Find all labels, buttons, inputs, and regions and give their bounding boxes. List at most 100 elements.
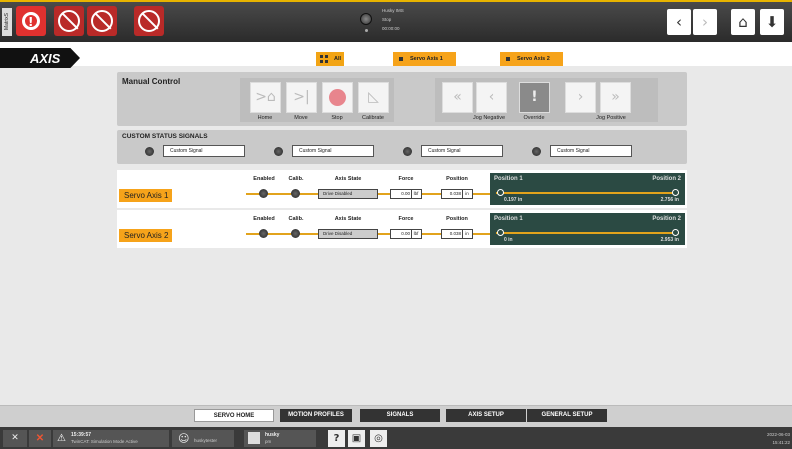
grid-icon (320, 55, 328, 63)
position-1-marker[interactable] (497, 229, 504, 236)
status-time: 15:41:22 (772, 440, 790, 445)
filter-all-label: All (334, 56, 342, 62)
tab-axis-setup[interactable]: AXIS SETUP (446, 409, 526, 422)
position-1-label: Position 1 (494, 176, 523, 182)
page-title: AXIS (30, 51, 61, 66)
signal-field[interactable]: Custom Signal (292, 145, 374, 157)
position-range-panel: Position 1 Position 2 0.197 in 2.756 in (490, 173, 685, 205)
status-line-1: Husky IMS (382, 8, 404, 13)
tab-motion-profiles[interactable]: MOTION PROFILES (280, 409, 352, 422)
calib-indicator (291, 189, 300, 198)
machine-button[interactable]: husky pm (244, 430, 316, 447)
axis-state-header: Axis State (334, 216, 362, 222)
force-field: 0.00 lbf (390, 189, 422, 199)
filter-axis2-label: Servo Axis 2 (517, 56, 550, 62)
machine-status: Husky IMS Stop 00:00:00 (356, 6, 428, 36)
override-button[interactable]: ! (519, 82, 550, 113)
home-move-button[interactable]: >⌂ (250, 82, 281, 113)
user-button[interactable]: ☺ huskytester (172, 430, 234, 447)
position-track (496, 232, 679, 234)
force-header: Force (398, 176, 414, 182)
side-label: MatrixS (2, 8, 12, 36)
stop-button[interactable] (322, 82, 353, 113)
tab-signals[interactable]: SIGNALS (360, 409, 440, 422)
warning-message[interactable]: ⚠ 15:39:57 TwinCAT: Simulation Mode Acti… (53, 430, 169, 447)
jog-positive-button[interactable]: › (565, 82, 596, 113)
status-line-2: Stop (382, 17, 392, 22)
signal-field[interactable]: Custom Signal (421, 145, 503, 157)
tab-servo-home[interactable]: SERVO HOME (194, 409, 274, 422)
warning-text: TwinCAT: Simulation Mode Active (71, 439, 138, 444)
robot-disabled-icon[interactable] (87, 6, 117, 36)
position-1-marker[interactable] (497, 189, 504, 196)
enabled-header: Enabled (253, 216, 275, 222)
signal-led (403, 147, 412, 156)
jog-negative-fast-button[interactable]: « (442, 82, 473, 113)
position-range-panel: Position 1 Position 2 0 in 2.953 in (490, 213, 685, 245)
alarm-icon[interactable]: ! (16, 6, 46, 36)
forward-button[interactable]: › (693, 9, 717, 35)
signal-field[interactable]: Custom Signal (550, 145, 632, 157)
warning-icon: ⚠ (57, 433, 66, 444)
jog-positive-label: Jog Positive (596, 115, 626, 121)
warning-time: 15:39:57 (71, 432, 92, 438)
force-value: 0.00 (401, 191, 410, 196)
jog-negative-button[interactable]: ‹ (476, 82, 507, 113)
stop-icon (329, 89, 346, 106)
filter-all-button[interactable]: All (316, 52, 344, 66)
enabled-indicator (259, 189, 268, 198)
user-name: huskytester (194, 438, 218, 443)
position-2-marker[interactable] (672, 229, 679, 236)
tab-general-setup[interactable]: GENERAL SETUP (527, 409, 607, 422)
signal-field[interactable]: Custom Signal (163, 145, 245, 157)
force-field: 0.00 lbf (390, 229, 422, 239)
calibrate-label: Calibrate (361, 115, 384, 121)
position-2-value: 2.953 in (660, 237, 679, 243)
back-button[interactable]: ‹ (667, 9, 691, 35)
filter-axis1-label: Servo Axis 1 (410, 56, 443, 62)
position-1-value: 0 in (504, 237, 513, 243)
position-2-label: Position 2 (652, 216, 681, 222)
position-field: 0.038 in (441, 189, 473, 199)
position-value: 0.038 (449, 231, 461, 236)
position-2-value: 2.756 in (660, 197, 679, 203)
filter-servo-axis-1-button[interactable]: Servo Axis 1 (393, 52, 456, 66)
screenshot-icon[interactable]: ▣ (348, 430, 365, 447)
axis-name: Servo Axis 2 (119, 229, 172, 242)
position-2-marker[interactable] (672, 189, 679, 196)
machine-sub: pm (265, 439, 272, 444)
signal-led (532, 147, 541, 156)
status-knob-icon (360, 13, 372, 25)
position-value: 0.038 (449, 191, 461, 196)
download-button[interactable]: ⬇ (760, 9, 784, 35)
jog-negative-label: Jog Negative (472, 115, 506, 121)
calib-header: Calib. (288, 176, 304, 182)
home-button[interactable]: ⌂ (731, 9, 755, 35)
mute-icon[interactable]: ✕ (3, 430, 27, 447)
help-icon[interactable]: ? (328, 430, 345, 447)
position-1-value: 0.197 in (504, 197, 523, 203)
force-unit: lbf (411, 190, 420, 198)
calibrate-button[interactable]: ◺ (358, 82, 389, 113)
force-header: Force (398, 216, 414, 222)
manual-control-title: Manual Control (122, 77, 181, 86)
enabled-header: Enabled (253, 176, 275, 182)
position-field: 0.038 in (441, 229, 473, 239)
axis-state-field: Drive Disabled (318, 189, 378, 199)
move-button[interactable]: >| (286, 82, 317, 113)
jog-positive-fast-button[interactable]: » (600, 82, 631, 113)
position-1-label: Position 1 (494, 216, 523, 222)
custom-signals-title: CUSTOM STATUS SIGNALS (122, 133, 208, 140)
position-unit: in (462, 230, 471, 238)
error-reset-icon[interactable]: ✕ (29, 430, 51, 447)
filter-servo-axis-2-button[interactable]: Servo Axis 2 (500, 52, 563, 66)
position-track (496, 192, 679, 194)
override-label: Override (523, 115, 545, 121)
user-icon: ☺ (178, 432, 190, 445)
axis-state-header: Axis State (334, 176, 362, 182)
calib-indicator (291, 229, 300, 238)
tool-disabled-icon[interactable] (54, 6, 84, 36)
language-globe-icon[interactable]: ◎ (370, 430, 387, 447)
force-value: 0.00 (401, 231, 410, 236)
gripper-disabled-icon[interactable] (134, 6, 164, 36)
